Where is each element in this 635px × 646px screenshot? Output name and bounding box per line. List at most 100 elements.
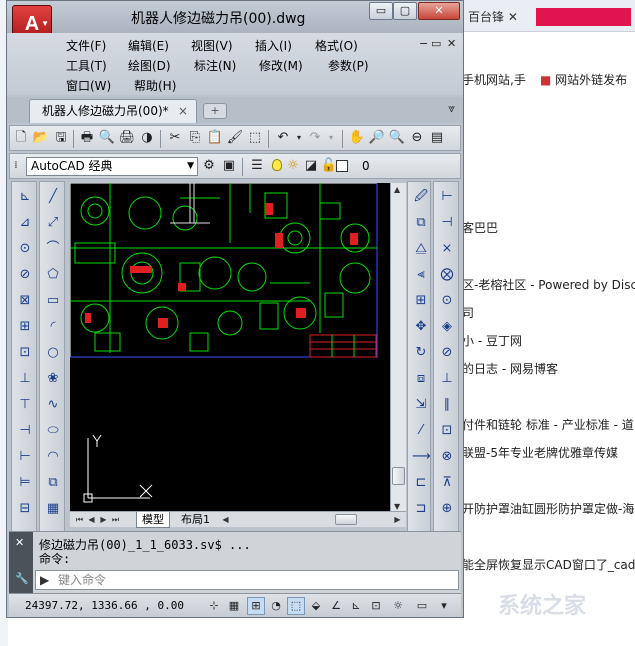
sun-icon[interactable]: ☼ [284, 157, 302, 175]
background-link[interactable]: 付件和链轮 标准 - 产业标准 - 道 [462, 416, 634, 433]
paste-icon[interactable]: 📋 [206, 129, 224, 147]
background-tab[interactable]: 百台锋 ✕ [462, 6, 518, 32]
dimension-icon[interactable]: ⊙ [16, 240, 34, 258]
arc-icon[interactable]: ◜ [44, 318, 62, 336]
tab-layout1[interactable]: 布局1 [176, 512, 215, 528]
menu-insert[interactable]: 插入(I) [255, 37, 292, 54]
properties-icon[interactable]: ▤ [428, 129, 446, 147]
snap-endpoint-icon[interactable]: ⊢ [438, 188, 456, 206]
copy-object-icon[interactable]: ⧉ [412, 214, 430, 232]
circle-icon[interactable]: ○ [44, 344, 62, 362]
title-bar[interactable]: 机器人修边磁力吊(00).dwg ▭ ▢ ✕ [7, 1, 463, 33]
workspace-settings-icon[interactable]: ▣ [220, 157, 238, 175]
cut-icon[interactable]: ✂ [166, 129, 184, 147]
background-link[interactable]: 开防护罩油缸圆形防护罩定做-海 [462, 500, 634, 517]
dimension-icon[interactable]: ⊡ [16, 344, 34, 362]
viewport-icon[interactable]: ◪ [302, 157, 320, 175]
workspace-dropdown[interactable]: AutoCAD 经典 ▼ [26, 157, 198, 176]
dimension-icon[interactable]: ⊟ [16, 500, 34, 518]
wrench-icon[interactable]: 🔧 [15, 572, 29, 585]
chevron-down-icon[interactable]: ▾ [322, 129, 340, 147]
match-properties-icon[interactable]: 🖌 [226, 129, 244, 147]
maximize-viewport-icon[interactable]: ▭ [413, 597, 431, 615]
snap-midpoint-icon[interactable]: ⊣ [438, 214, 456, 232]
layer-name[interactable]: 0 [362, 159, 370, 173]
close-icon[interactable]: ✕ [15, 536, 24, 549]
3d-dwf-icon[interactable]: ◑ [138, 129, 156, 147]
snap-settings-icon[interactable]: ⊕ [438, 500, 456, 518]
construction-line-icon[interactable]: ⤢ [44, 214, 62, 232]
layer-color-swatch[interactable] [336, 160, 348, 172]
rectangle-icon[interactable]: ▭ [44, 292, 62, 310]
save-icon[interactable]: 🖫 [52, 129, 70, 147]
dimension-icon[interactable]: ⊣ [16, 422, 34, 440]
vertical-scrollbar[interactable]: ▲ ▼ [390, 183, 406, 513]
tab-overflow-icon[interactable]: ⩔ [448, 101, 455, 116]
close-icon[interactable]: × [178, 100, 188, 122]
snap-intersection-icon[interactable]: ⨯ [438, 240, 456, 258]
new-file-icon[interactable]: 🗋 [12, 129, 30, 147]
array-icon[interactable]: ⊞ [412, 292, 430, 310]
lightbulb-icon[interactable] [272, 159, 282, 171]
3d-object-snap-icon[interactable]: ⬙ [307, 597, 325, 615]
erase-icon[interactable]: 🖉 [412, 188, 430, 206]
dynamic-ucs-icon[interactable]: ⊾ [347, 597, 365, 615]
object-snap-icon[interactable]: ⬚ [287, 597, 305, 615]
next-tab-icon[interactable]: ▶ [98, 514, 109, 525]
background-link[interactable]: 能全屏恢复显示CAD窗口了_cad [462, 556, 635, 573]
close-button[interactable]: ✕ [418, 2, 460, 20]
zoom-previous-icon[interactable]: ⊖ [408, 129, 426, 147]
snap-quadrant-icon[interactable]: ◈ [438, 318, 456, 336]
mdi-close-button[interactable]: ✕ [447, 37, 456, 50]
document-tab[interactable]: 机器人修边磁力吊(00)* × [29, 99, 197, 123]
background-link[interactable]: 客巴巴 [462, 219, 498, 236]
scroll-down-icon[interactable]: ▼ [394, 502, 400, 511]
new-tab-button[interactable]: + [203, 103, 227, 119]
tab-model[interactable]: 模型 [136, 512, 170, 528]
menu-draw[interactable]: 绘图(D) [128, 57, 171, 74]
menu-dimension[interactable]: 标注(N) [194, 57, 236, 74]
zoom-realtime-icon[interactable]: 🔎 [368, 129, 386, 147]
menu-file[interactable]: 文件(F) [66, 37, 106, 54]
extend-icon[interactable]: ⟶ [412, 448, 431, 466]
menu-tools[interactable]: 工具(T) [66, 57, 107, 74]
print-icon[interactable]: 🖶 [78, 129, 96, 147]
object-snap-tracking-icon[interactable]: ∠ [327, 597, 345, 615]
menu-parametric[interactable]: 参数(P) [328, 57, 369, 74]
polyline-icon[interactable]: ⌒ [44, 240, 62, 258]
menu-modify[interactable]: 修改(M) [259, 57, 303, 74]
layer-properties-icon[interactable]: ☰ [248, 157, 266, 175]
snap-tangent-icon[interactable]: ⊘ [438, 344, 456, 362]
horizontal-scrollbar-thumb[interactable] [335, 514, 357, 525]
background-link[interactable]: 联盟-5年专业老牌优雅章传媒 [462, 444, 618, 461]
spline-icon[interactable]: ∿ [44, 396, 62, 414]
break-icon[interactable]: ⊏ [412, 474, 430, 492]
hatch-icon[interactable]: ▦ [44, 500, 62, 518]
grid-display-icon[interactable]: ▦ [225, 597, 243, 615]
scale-icon[interactable]: ⧈ [412, 370, 430, 388]
drawing-canvas[interactable] [70, 183, 390, 513]
offset-icon[interactable]: ⫷ [412, 266, 430, 284]
print-preview-icon[interactable]: 🔍 [98, 129, 116, 147]
dynamic-input-icon[interactable]: ⊡ [367, 597, 385, 615]
polygon-icon[interactable]: ⬠ [44, 266, 62, 284]
mirror-icon[interactable]: ⧋ [412, 240, 430, 258]
open-file-icon[interactable]: 📂 [32, 129, 50, 147]
menu-window[interactable]: 窗口(W) [66, 77, 111, 94]
polar-tracking-icon[interactable]: ◔ [267, 597, 285, 615]
dimension-icon[interactable]: ⊥ [16, 370, 34, 388]
ellipse-icon[interactable]: ⬭ [44, 422, 62, 440]
stretch-icon[interactable]: ⇲ [412, 396, 430, 414]
menu-help[interactable]: 帮助(H) [134, 77, 176, 94]
dimension-icon[interactable]: ⊘ [16, 266, 34, 284]
mdi-minimize-button[interactable]: − [419, 37, 428, 50]
background-link[interactable]: 手机网站,手 [462, 71, 526, 88]
dimension-icon[interactable]: ⊨ [16, 474, 34, 492]
chevron-down-icon[interactable]: ▾ [435, 597, 453, 615]
dimension-icon[interactable]: ⊾ [16, 188, 34, 206]
scroll-right-icon[interactable]: ▶ [392, 514, 403, 525]
background-link[interactable]: ■ 网站外链发布 [540, 71, 627, 88]
snap-apparent-icon[interactable]: ⨂ [438, 266, 456, 284]
dimension-icon[interactable]: ⊠ [16, 292, 34, 310]
background-link[interactable]: 区-老榕社区 - Powered by Disc [462, 276, 635, 293]
